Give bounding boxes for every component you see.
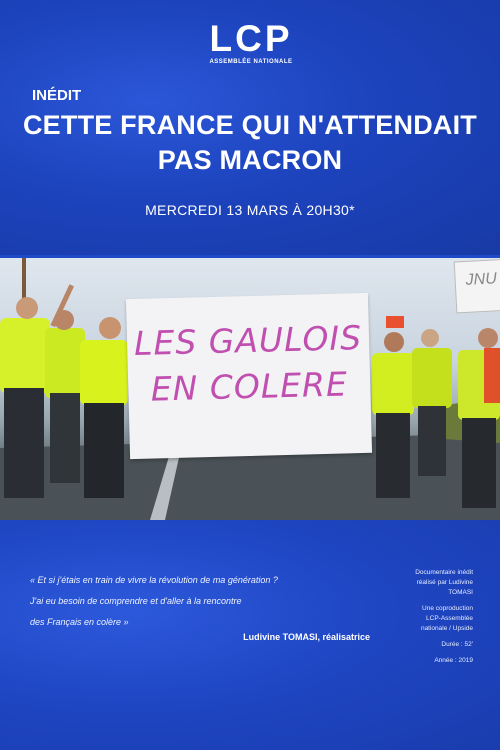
title-line-1: CETTE FRANCE QUI N'ATTENDAIT [22, 110, 477, 140]
broadcast-date: MERCREDI 13 MARS À 20H30* [145, 202, 355, 218]
logo-sub-text: ASSEMBLÉE NATIONALE [209, 59, 293, 65]
credit-coproduction: Une coproduction LCP-Assemblée nationale… [383, 604, 473, 634]
protest-photo: LES GAULOIS EN COLERE JNU [0, 258, 500, 520]
lcp-logo: LCP ASSEMBLÉE NATIONALE [195, 18, 307, 66]
director-quote: « Et si j'étais en train de vivre la rév… [30, 570, 365, 633]
credit-line: Documentaire inédit [415, 569, 473, 576]
poster-footer: « Et si j'étais en train de vivre la rév… [0, 520, 500, 750]
credit-line: réalisé par Ludivine [416, 579, 473, 586]
protest-banner: LES GAULOIS EN COLERE [125, 292, 373, 460]
banner-line-2: EN COLERE [150, 364, 349, 409]
credit-line: LCP-Assemblée [426, 615, 473, 622]
credit-duration: Durée : 52' [441, 641, 473, 648]
credit-line: Une coproduction [422, 605, 473, 612]
banner-text: LES GAULOIS EN COLERE [127, 315, 371, 413]
credit-year: Année : 2019 [434, 657, 473, 664]
protest-sign-right: JNU [453, 258, 500, 314]
poster-header: LCP ASSEMBLÉE NATIONALE INÉDIT CETTE FRA… [0, 0, 500, 255]
credit-documentary: Documentaire inédit réalisé par Ludivine… [383, 568, 473, 598]
quote-line-3: des Français en colère » [30, 617, 129, 627]
sign-right-text: JNU [465, 270, 498, 289]
quote-line-2: J'ai eu besoin de comprendre et d'aller … [30, 596, 242, 606]
title-line-2: PAS MACRON [157, 145, 343, 175]
banner-line-1: LES GAULOIS [133, 318, 363, 363]
credits: Documentaire inédit réalisé par Ludivine… [383, 568, 473, 672]
credit-line: TOMASI [448, 589, 473, 596]
quote-author: Ludivine TOMASI, réalisatrice [243, 632, 370, 642]
kicker: INÉDIT [32, 87, 82, 104]
quote-line-1: « Et si j'étais en train de vivre la rév… [30, 575, 278, 585]
credit-line: nationale / Upside [420, 625, 473, 632]
logo-main-text: LCP [209, 18, 293, 59]
poster: LCP ASSEMBLÉE NATIONALE INÉDIT CETTE FRA… [0, 0, 500, 750]
poster-title: CETTE FRANCE QUI N'ATTENDAIT PAS MACRON [0, 108, 500, 178]
